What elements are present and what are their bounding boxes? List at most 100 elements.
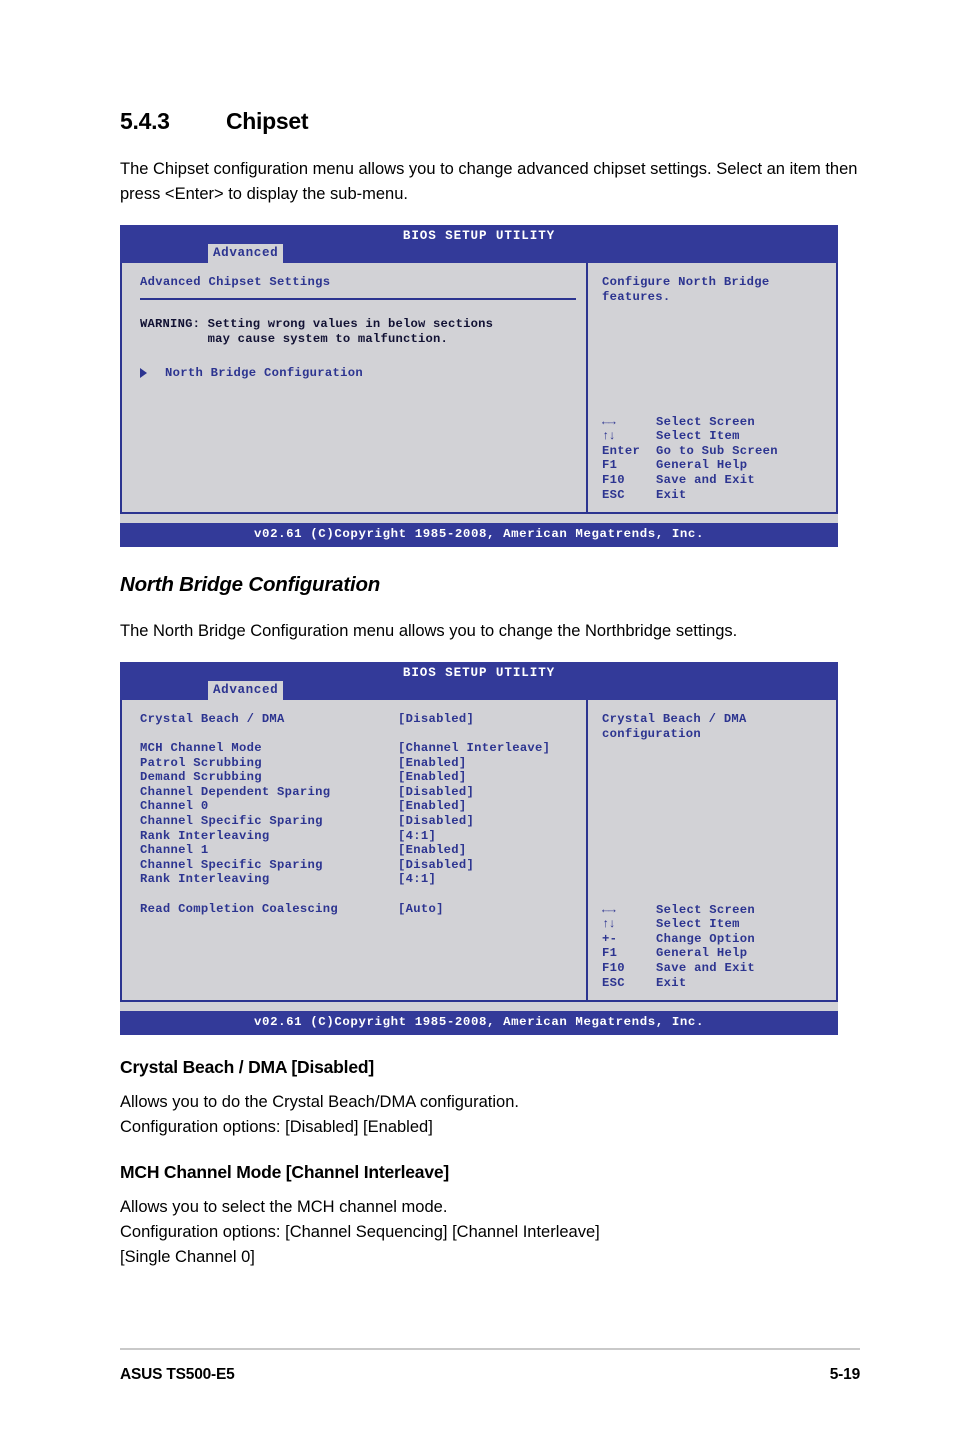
setting-value: [4:1] xyxy=(398,872,437,887)
legend-row: F1 General Help xyxy=(602,946,755,961)
legend-action: Select Screen xyxy=(656,902,755,917)
legend-row: F10 Save and Exit xyxy=(602,473,778,488)
bios-help-panel: Configure North Bridge features. ←→ Sele… xyxy=(588,263,836,512)
setting-value: [Auto] xyxy=(398,901,444,916)
setting-value: [Channel Interleave] xyxy=(398,740,551,755)
footer-product-name: ASUS TS500-E5 xyxy=(120,1366,235,1383)
setting-label: Channel 1 xyxy=(140,843,209,858)
up-down-arrow-icon: ↑↓ xyxy=(602,429,616,444)
setting-value: [4:1] xyxy=(398,828,437,843)
section-intro-paragraph: The Chipset configuration menu allows yo… xyxy=(120,160,858,203)
option-heading-crystal-beach-dma: Crystal Beach / DMA [Disabled] xyxy=(120,1056,374,1077)
help-text: Configure North Bridge features. xyxy=(602,275,770,304)
setting-label: Patrol Scrubbing xyxy=(140,755,262,770)
legend-action: General Help xyxy=(656,946,748,961)
option-line: [Single Channel 0] xyxy=(120,1247,255,1266)
setting-label: MCH Channel Mode xyxy=(140,740,262,755)
legend-action: Select Item xyxy=(656,429,740,444)
legend-row: ↑↓ Select Item xyxy=(602,429,778,444)
setting-row[interactable]: MCH Channel Mode [Channel Interleave] xyxy=(140,741,576,756)
legend-action: Select Screen xyxy=(656,414,755,429)
setting-row[interactable]: Rank Interleaving [4:1] xyxy=(140,829,576,844)
legend-row: ESC Exit xyxy=(602,976,755,991)
legend-action: Save and Exit xyxy=(656,473,755,487)
bios-settings-panel: Advanced Chipset Settings WARNING: Setti… xyxy=(122,263,588,513)
legend-key-f1: F1 xyxy=(602,458,618,473)
section-title: Chipset xyxy=(226,108,309,134)
key-legend: ←→ Select Screen ↑↓ Select Item Enter Go… xyxy=(602,415,778,503)
panel-filler xyxy=(140,916,576,990)
setting-label: Crystal Beach / DMA xyxy=(140,711,285,726)
bios-copyright-footer: v02.61 (C)Copyright 1985-2008, American … xyxy=(120,1011,838,1035)
legend-key-plus-minus: +- xyxy=(602,931,618,946)
up-down-arrow-icon: ↑↓ xyxy=(602,917,616,932)
tab-advanced[interactable]: Advanced xyxy=(208,680,284,701)
warning-text: WARNING: Setting wrong values in below s… xyxy=(140,316,494,347)
tab-advanced[interactable]: Advanced xyxy=(208,244,284,264)
setting-row[interactable]: Channel Specific Sparing [Disabled] xyxy=(140,814,576,829)
legend-action: Select Item xyxy=(656,917,740,932)
legend-row: F1 General Help xyxy=(602,458,778,473)
bios-header-bar: BIOS SETUP UTILITY Advanced xyxy=(120,225,838,264)
setting-label: Rank Interleaving xyxy=(140,828,270,843)
option-line: Allows you to do the Crystal Beach/DMA c… xyxy=(120,1092,519,1111)
footer-divider xyxy=(120,1348,860,1350)
setting-label: Read Completion Coalescing xyxy=(140,901,338,916)
subsection-intro-paragraph: The North Bridge Configuration menu allo… xyxy=(120,621,738,640)
bios-help-panel: Crystal Beach / DMA configuration ←→ Sel… xyxy=(588,700,836,1000)
legend-key-esc: ESC xyxy=(602,487,625,502)
setting-row[interactable]: Channel Dependent Sparing [Disabled] xyxy=(140,785,576,800)
option-heading-mch-channel-mode: MCH Channel Mode [Channel Interleave] xyxy=(120,1161,450,1182)
bios-copyright-footer: v02.61 (C)Copyright 1985-2008, American … xyxy=(120,523,838,547)
help-text: Crystal Beach / DMA configuration xyxy=(602,711,747,741)
setting-value: [Disabled] xyxy=(398,857,475,872)
legend-key-f1: F1 xyxy=(602,946,618,961)
legend-key-f10: F10 xyxy=(602,960,625,975)
setting-row[interactable]: Channel 1 [Enabled] xyxy=(140,843,576,858)
subsection-heading: North Bridge Configuration xyxy=(120,572,381,596)
setting-label: Demand Scrubbing xyxy=(140,770,262,785)
option-line: Configuration options: [Channel Sequenci… xyxy=(120,1222,600,1241)
setting-row[interactable]: Demand Scrubbing [Enabled] xyxy=(140,770,576,785)
setting-row[interactable]: Rank Interleaving [4:1] xyxy=(140,872,576,887)
bios-screen-chipset: BIOS SETUP UTILITY Advanced Advanced Chi… xyxy=(120,225,838,547)
setting-label: Channel Specific Sparing xyxy=(140,813,323,828)
menu-item-label: North Bridge Configuration xyxy=(165,365,363,380)
document-column: 5.4.3 Chipset The Chipset configuration … xyxy=(120,0,860,1270)
option-description: Allows you to select the MCH channel mod… xyxy=(120,1195,860,1270)
setting-row[interactable]: Channel 0 [Enabled] xyxy=(140,799,576,814)
panel-filler xyxy=(140,380,576,502)
setting-label: Channel 0 xyxy=(140,799,209,814)
setting-value: [Enabled] xyxy=(398,799,467,814)
legend-action: Save and Exit xyxy=(656,960,755,975)
left-right-arrow-icon: ←→ xyxy=(602,414,616,429)
setting-row[interactable]: Read Completion Coalescing [Auto] xyxy=(140,902,576,917)
bios-settings-panel: Crystal Beach / DMA [Disabled] MCH Chann… xyxy=(122,699,588,1001)
menu-item-north-bridge-configuration[interactable]: North Bridge Configuration xyxy=(140,366,576,381)
setting-value: [Enabled] xyxy=(398,770,467,785)
bios-screen-north-bridge: BIOS SETUP UTILITY Advanced Crystal Beac… xyxy=(120,661,838,1035)
document-page: 5.4.3 Chipset The Chipset configuration … xyxy=(0,0,954,1438)
legend-row: ←→ Select Screen xyxy=(602,415,778,430)
setting-label: Channel Dependent Sparing xyxy=(140,784,331,799)
legend-action: Exit xyxy=(656,487,687,502)
legend-key-esc: ESC xyxy=(602,975,625,990)
bios-utility-title: BIOS SETUP UTILITY xyxy=(402,665,556,680)
legend-row: ←→ Select Screen xyxy=(602,903,755,918)
setting-label: Channel Specific Sparing xyxy=(140,857,323,872)
bios-body: Crystal Beach / DMA [Disabled] MCH Chann… xyxy=(120,699,838,1003)
setting-value: [Disabled] xyxy=(398,813,475,828)
legend-action: Change Option xyxy=(656,931,755,946)
footer-page-number: 5-19 xyxy=(829,1366,860,1383)
legend-action: Go to Sub Screen xyxy=(656,443,778,458)
setting-value: [Disabled] xyxy=(398,711,475,726)
legend-key-f10: F10 xyxy=(602,473,625,487)
legend-key-enter: Enter xyxy=(602,443,641,458)
setting-row[interactable]: Channel Specific Sparing [Disabled] xyxy=(140,858,576,873)
setting-row[interactable]: Crystal Beach / DMA [Disabled] xyxy=(140,712,576,727)
bios-utility-title: BIOS SETUP UTILITY xyxy=(402,229,556,243)
bios-header-bar: BIOS SETUP UTILITY Advanced xyxy=(120,661,838,701)
setting-value: [Enabled] xyxy=(398,843,467,858)
legend-row: ESC Exit xyxy=(602,488,778,503)
setting-row[interactable]: Patrol Scrubbing [Enabled] xyxy=(140,756,576,771)
